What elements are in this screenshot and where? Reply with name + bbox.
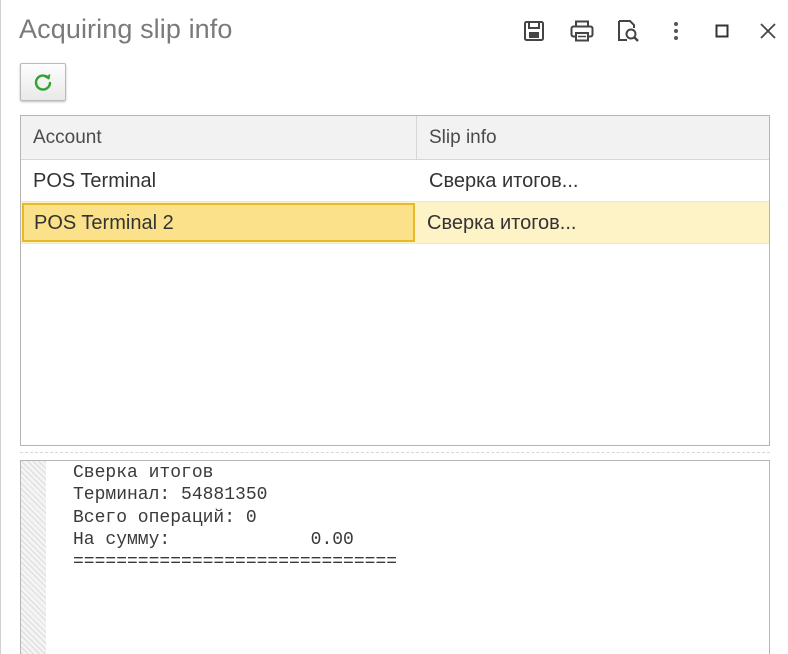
column-header-account[interactable]: Account [21, 116, 417, 159]
slip-gutter [21, 461, 46, 654]
save-icon [524, 21, 544, 41]
maximize-button[interactable] [707, 16, 737, 46]
accounts-table: Account Slip info POS Terminal Сверка ит… [20, 115, 770, 446]
window-title: Acquiring slip info [19, 14, 233, 44]
table-row[interactable]: POS Terminal Сверка итогов... [21, 160, 769, 202]
print-button[interactable] [567, 16, 597, 46]
account-cell[interactable]: POS Terminal [21, 160, 417, 201]
slip-line: Сверка итогов [73, 463, 214, 483]
account-cell[interactable]: POS Terminal 2 [22, 203, 415, 242]
refresh-icon [34, 73, 52, 91]
more-icon [674, 22, 678, 40]
refresh-button[interactable] [20, 63, 66, 101]
acquiring-slip-window: Acquiring slip info Account Slip info PO… [0, 0, 788, 654]
slip-text-area[interactable]: Сверка итогов Терминал: 54881350 Всего опе… [20, 460, 770, 654]
maximize-icon [715, 24, 729, 38]
close-button[interactable] [753, 16, 783, 46]
slip-line: На сумму: 0.00 [73, 529, 354, 550]
slip-line: Терминал: 54881350 [73, 485, 268, 506]
save-button[interactable] [519, 16, 549, 46]
more-actions-button[interactable] [661, 16, 691, 46]
slip-text: Сверка итогов Терминал: 54881350 Всего опе… [73, 462, 397, 573]
print-icon [570, 20, 594, 42]
slip-line: Всего операций: 0 [73, 507, 257, 528]
preview-button[interactable] [613, 16, 643, 46]
close-icon [760, 23, 776, 39]
slip-line: ============================== [73, 552, 398, 573]
table-row-selected[interactable]: POS Terminal 2 Сверка итогов... [21, 202, 769, 244]
panel-splitter[interactable] [20, 452, 770, 453]
table-header: Account Slip info [21, 116, 769, 160]
column-header-slip-info[interactable]: Slip info [417, 116, 769, 159]
slip-info-cell[interactable]: Сверка итогов... [417, 160, 769, 201]
preview-icon [618, 20, 639, 42]
slip-info-cell[interactable]: Сверка итогов... [415, 202, 769, 243]
